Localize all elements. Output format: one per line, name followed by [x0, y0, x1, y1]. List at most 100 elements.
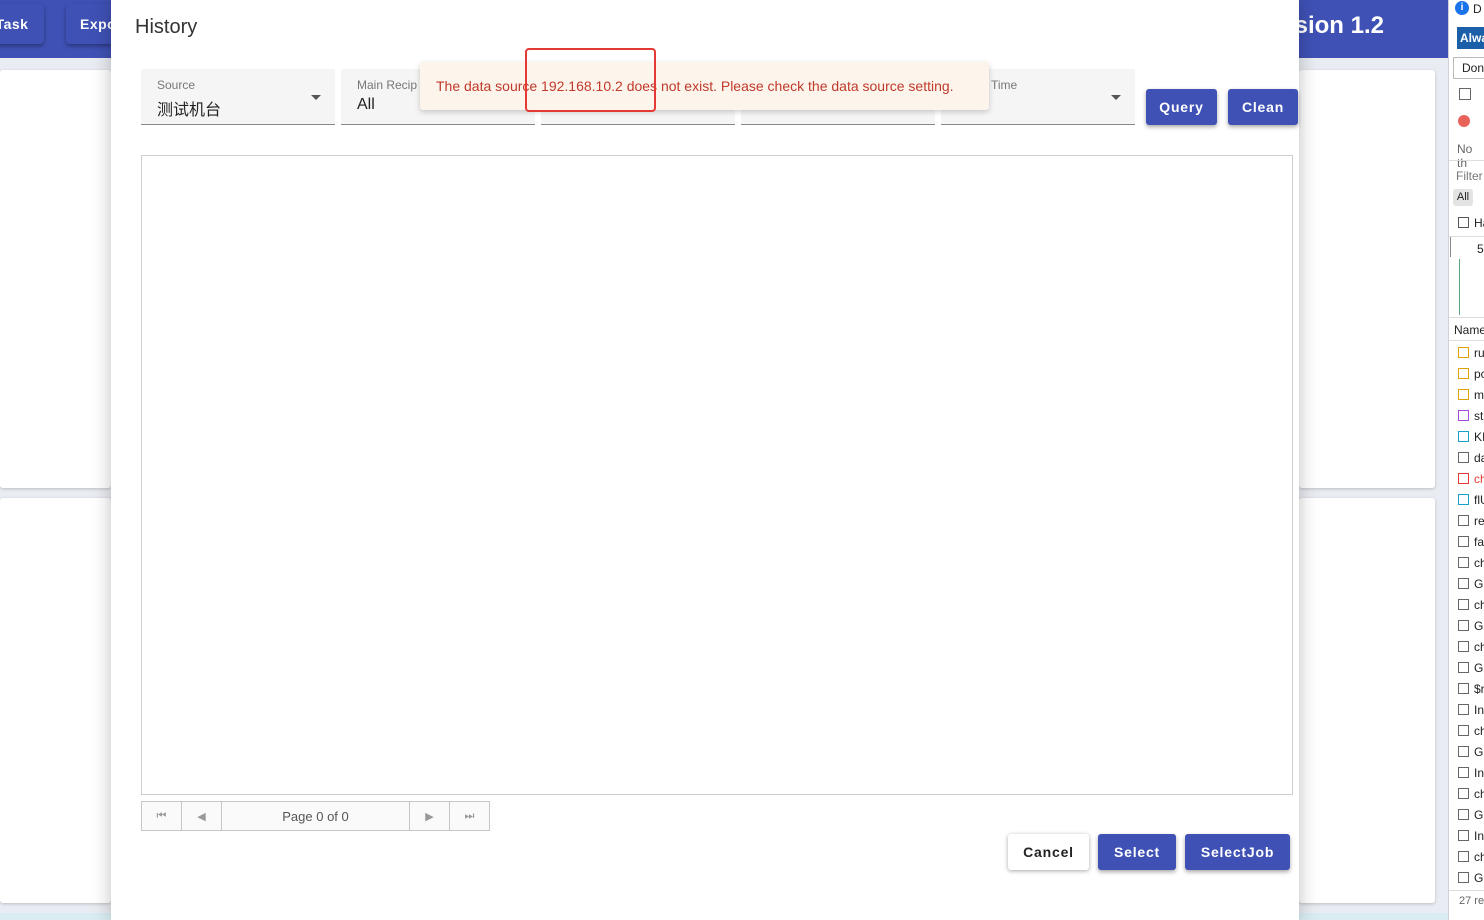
page-info: Page 0 of 0	[282, 808, 349, 824]
request-row[interactable]: In	[1449, 762, 1484, 783]
info-icon: i	[1455, 1, 1469, 15]
request-name: fa	[1474, 534, 1484, 549]
request-row[interactable]: Gi	[1449, 657, 1484, 678]
request-row[interactable]: KI	[1449, 426, 1484, 447]
request-row[interactable]: Gi	[1449, 741, 1484, 762]
select-job-button[interactable]: SelectJob	[1185, 834, 1290, 870]
request-name: Gi	[1474, 807, 1484, 822]
file-type-icon	[1458, 683, 1469, 694]
file-type-icon	[1458, 557, 1469, 568]
file-type-icon	[1458, 620, 1469, 631]
inspect-icon[interactable]	[1459, 88, 1471, 100]
request-name: ch	[1474, 786, 1484, 801]
request-row[interactable]: m	[1449, 384, 1484, 405]
request-name: Gi	[1474, 618, 1484, 633]
filter-all-button[interactable]: All	[1453, 189, 1473, 206]
throttle-text: No th	[1457, 142, 1473, 170]
background-panel-top-left	[0, 70, 111, 488]
request-row[interactable]: st	[1449, 405, 1484, 426]
first-page-button[interactable]: ⏮	[142, 802, 182, 830]
request-row[interactable]: ru	[1449, 342, 1484, 363]
select-button[interactable]: Select	[1098, 834, 1176, 870]
time-label: Time	[991, 78, 1018, 92]
file-type-icon	[1458, 851, 1469, 862]
request-row[interactable]: ch	[1449, 468, 1484, 489]
task-button[interactable]: Task	[0, 4, 44, 44]
file-type-icon	[1458, 830, 1469, 841]
request-count: 27 re	[1449, 890, 1484, 920]
waterfall-marker	[1450, 237, 1451, 257]
waterfall-tick: 5	[1477, 242, 1484, 256]
file-type-icon	[1458, 788, 1469, 799]
request-row[interactable]: Gi	[1449, 615, 1484, 636]
source-select[interactable]: Source 测试机台	[141, 69, 335, 125]
devtools-panel: i D Alwa Don No th Filter All Ha 5 Name …	[1448, 0, 1484, 920]
file-type-icon	[1458, 347, 1469, 358]
request-row[interactable]: In	[1449, 825, 1484, 846]
prev-page-icon: ◀	[197, 810, 206, 823]
prev-page-button[interactable]: ◀	[182, 802, 222, 830]
checkbox-icon	[1458, 217, 1469, 228]
query-button[interactable]: Query	[1146, 89, 1217, 125]
file-type-icon	[1458, 494, 1469, 505]
request-row[interactable]: Gi	[1449, 867, 1484, 888]
background-panel-bottom-right	[1299, 498, 1435, 903]
request-row[interactable]: Gi	[1449, 804, 1484, 825]
request-row[interactable]: ch	[1449, 720, 1484, 741]
request-name: ch	[1474, 555, 1484, 570]
name-column-header[interactable]: Name	[1449, 320, 1484, 341]
always-button[interactable]: Alwa	[1457, 27, 1484, 49]
request-row[interactable]: ch	[1449, 594, 1484, 615]
file-type-icon	[1458, 389, 1469, 400]
next-page-button[interactable]: ▶	[409, 802, 449, 830]
first-page-icon: ⏮	[156, 809, 167, 822]
request-name: In	[1474, 828, 1484, 843]
cancel-button[interactable]: Cancel	[1008, 834, 1089, 870]
filter-input[interactable]: Filter	[1456, 169, 1483, 183]
request-name: flU	[1474, 492, 1484, 507]
request-name: In	[1474, 765, 1484, 780]
file-type-icon	[1458, 704, 1469, 715]
request-row[interactable]: pc	[1449, 363, 1484, 384]
file-type-icon	[1458, 536, 1469, 547]
history-grid	[141, 155, 1293, 795]
request-row[interactable]: re	[1449, 510, 1484, 531]
request-row[interactable]: $r	[1449, 678, 1484, 699]
source-value: 测试机台	[157, 102, 222, 119]
last-page-icon: ⏭	[464, 809, 475, 822]
file-type-icon	[1458, 410, 1469, 421]
request-row[interactable]: Gi	[1449, 573, 1484, 594]
dialog-title: History	[135, 16, 198, 38]
file-type-icon	[1458, 368, 1469, 379]
request-name: ch	[1474, 597, 1484, 612]
request-name: m	[1474, 387, 1484, 402]
request-name: st	[1474, 408, 1484, 423]
request-name: Gi	[1474, 576, 1484, 591]
file-type-icon	[1458, 515, 1469, 526]
background-panel-bottom-left	[0, 498, 111, 903]
dont-button[interactable]: Don	[1453, 57, 1484, 79]
file-type-icon	[1458, 872, 1469, 883]
record-icon[interactable]	[1458, 115, 1470, 127]
file-type-icon	[1458, 641, 1469, 652]
request-row[interactable]: ch	[1449, 636, 1484, 657]
request-name: $r	[1474, 681, 1484, 696]
clean-button[interactable]: Clean	[1228, 89, 1298, 125]
request-row[interactable]: ch	[1449, 552, 1484, 573]
request-row[interactable]: fa	[1449, 531, 1484, 552]
request-name: KI	[1474, 429, 1484, 444]
request-name: ch	[1474, 849, 1484, 864]
request-row[interactable]: ch	[1449, 846, 1484, 867]
hide-data-urls-row[interactable]: Ha	[1449, 212, 1484, 233]
file-type-icon	[1458, 473, 1469, 484]
last-page-button[interactable]: ⏭	[449, 802, 489, 830]
request-row[interactable]: flU	[1449, 489, 1484, 510]
source-label: Source	[157, 78, 196, 92]
request-row[interactable]: da	[1449, 447, 1484, 468]
main-recipe-value: All	[357, 96, 375, 113]
error-message: The data source 192.168.10.2 does not ex…	[436, 78, 954, 94]
request-row[interactable]: In	[1449, 699, 1484, 720]
error-toast: The data source 192.168.10.2 does not ex…	[420, 62, 989, 110]
devtools-divider	[1449, 160, 1484, 161]
request-row[interactable]: ch	[1449, 783, 1484, 804]
